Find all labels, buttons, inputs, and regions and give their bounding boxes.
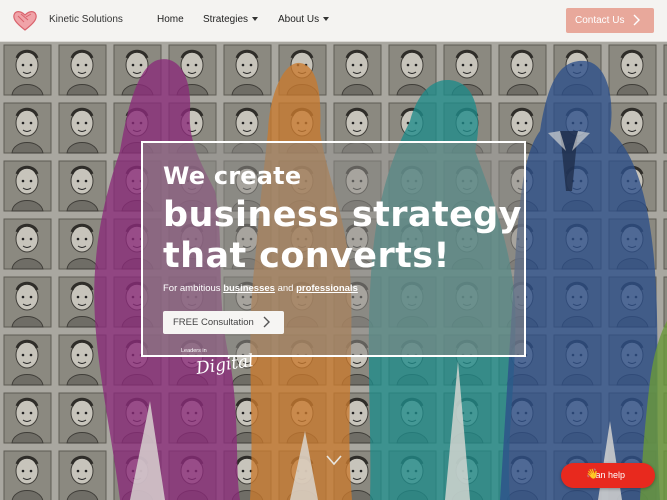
site-header: Kinetic Solutions Home Strategies About …	[0, 0, 667, 42]
contact-us-label: Contact Us	[575, 15, 625, 26]
caret-down-icon	[252, 17, 259, 21]
nav-home-label: Home	[157, 14, 184, 25]
hero-headline-line-1: business strategy	[163, 195, 522, 235]
nav-about-us-label: About Us	[278, 14, 320, 25]
free-consultation-label: FREE Consultation	[173, 317, 254, 328]
free-consultation-button[interactable]: FREE Consultation	[163, 311, 284, 334]
nav-strategies-label: Strategies	[203, 14, 249, 25]
brand-name[interactable]: Kinetic Solutions	[49, 14, 123, 25]
heart-logo-icon[interactable]	[12, 8, 38, 32]
contact-us-button[interactable]: Contact Us	[566, 8, 654, 33]
nav-about-us[interactable]: About Us	[278, 14, 330, 25]
professionals-link[interactable]: professionals	[296, 283, 358, 294]
chevron-down-icon[interactable]	[325, 453, 343, 467]
caret-down-icon	[323, 17, 330, 21]
waving-hand-icon: 👋	[586, 469, 599, 480]
hero-subtitle-prefix: For ambitious	[163, 283, 224, 294]
hero-headline-line-2: that converts!	[163, 236, 450, 276]
hero-subtitle-mid: and	[274, 283, 297, 294]
hero-kicker: We create	[163, 162, 302, 190]
badge-top-text: Leaders in	[181, 348, 207, 354]
chevron-right-icon	[633, 14, 640, 26]
chevron-right-icon	[263, 316, 270, 328]
nav-strategies[interactable]: Strategies	[203, 14, 259, 25]
businesses-link[interactable]: businesses	[223, 283, 275, 294]
nav-home[interactable]: Home	[157, 14, 184, 25]
help-chat-button[interactable]: 👋 can help	[561, 463, 655, 488]
hero-subtitle: For ambitious businesses and professiona…	[163, 283, 358, 294]
